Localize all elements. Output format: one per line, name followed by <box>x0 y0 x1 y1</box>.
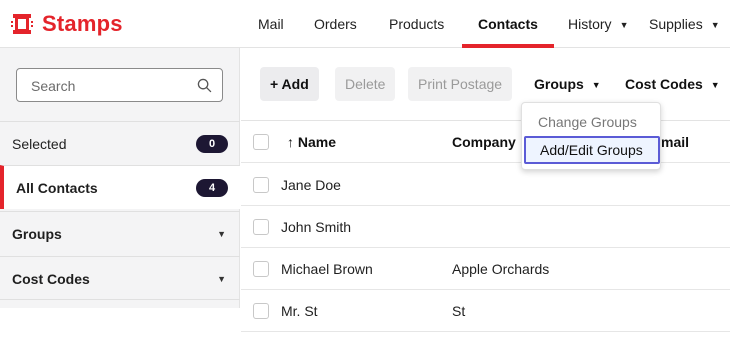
column-header-company[interactable]: Company <box>452 121 516 163</box>
count-badge: 0 <box>196 134 228 153</box>
select-all-checkbox[interactable] <box>253 134 269 150</box>
groups-dropdown[interactable]: Groups ▼ <box>524 67 611 101</box>
main-nav: Mail Orders Products Contacts History ▼ S… <box>0 0 730 48</box>
cell-name: Mr. St <box>281 303 318 319</box>
print-postage-button[interactable]: Print Postage <box>408 67 513 101</box>
cost-codes-dropdown-label: Cost Codes <box>625 76 703 92</box>
row-checkbox[interactable] <box>253 219 269 235</box>
groups-dropdown-label: Groups <box>534 76 584 92</box>
nav-products[interactable]: Products <box>389 0 444 48</box>
nav-supplies[interactable]: Supplies ▼ <box>649 0 720 48</box>
sidebar-divider <box>0 299 240 343</box>
groups-dropdown-menu: Change Groups Add/Edit Groups <box>521 102 661 170</box>
row-checkbox[interactable] <box>253 303 269 319</box>
chevron-down-icon: ▼ <box>217 273 226 284</box>
chevron-down-icon: ▼ <box>591 80 601 90</box>
chevron-down-icon: ▼ <box>710 20 720 30</box>
sidebar-item-groups[interactable]: Groups ▼ <box>0 211 240 255</box>
cost-codes-dropdown[interactable]: Cost Codes ▼ <box>615 67 730 101</box>
table-row[interactable]: John Smith <box>241 206 730 248</box>
chevron-down-icon: ▼ <box>217 228 226 239</box>
sidebar-item-label: Cost Codes <box>12 270 90 287</box>
search-box[interactable] <box>16 68 223 102</box>
menu-item-add-edit-groups[interactable]: Add/Edit Groups <box>524 136 660 164</box>
cell-name: Jane Doe <box>281 177 341 193</box>
nav-supplies-label: Supplies <box>649 16 703 32</box>
count-badge: 4 <box>196 178 228 197</box>
nav-orders[interactable]: Orders <box>314 0 357 48</box>
search-input[interactable] <box>29 76 189 96</box>
nav-contacts[interactable]: Contacts <box>462 0 554 48</box>
cell-company: Apple Orchards <box>452 261 550 277</box>
nav-history[interactable]: History ▼ <box>568 0 628 48</box>
delete-button[interactable]: Delete <box>335 67 396 101</box>
menu-item-change-groups[interactable]: Change Groups <box>522 108 662 136</box>
cell-company: St <box>452 303 466 319</box>
nav-mail[interactable]: Mail <box>258 0 284 48</box>
column-header-name[interactable]: ↑ Name <box>287 121 336 163</box>
sidebar-item-selected[interactable]: Selected 0 <box>0 121 240 165</box>
nav-history-label: History <box>568 16 612 32</box>
sidebar-item-label: Selected <box>12 135 67 152</box>
sidebar-item-cost-codes[interactable]: Cost Codes ▼ <box>0 256 240 300</box>
cell-name: Michael Brown <box>281 261 373 277</box>
chevron-down-icon: ▼ <box>619 20 629 30</box>
cell-name: John Smith <box>281 219 352 235</box>
table-row[interactable]: Michael Brown Apple Orchards <box>241 248 730 290</box>
column-header-email[interactable]: mail <box>661 121 689 163</box>
row-checkbox[interactable] <box>253 261 269 277</box>
table-row[interactable]: Mr. St St <box>241 290 730 332</box>
table-row[interactable]: Jane Doe <box>241 164 730 206</box>
row-checkbox[interactable] <box>253 177 269 193</box>
top-navigation-bar: Stamps Mail Orders Products Contacts His… <box>0 0 730 48</box>
sidebar-item-label: Groups <box>12 225 62 242</box>
add-button[interactable]: + Add <box>260 67 319 101</box>
search-icon[interactable] <box>197 78 212 93</box>
sidebar-item-all-contacts[interactable]: All Contacts 4 <box>0 165 240 209</box>
sidebar: Selected 0 All Contacts 4 Groups ▼ Cost … <box>0 48 240 308</box>
sidebar-item-label: All Contacts <box>16 179 98 196</box>
chevron-down-icon: ▼ <box>710 80 720 90</box>
